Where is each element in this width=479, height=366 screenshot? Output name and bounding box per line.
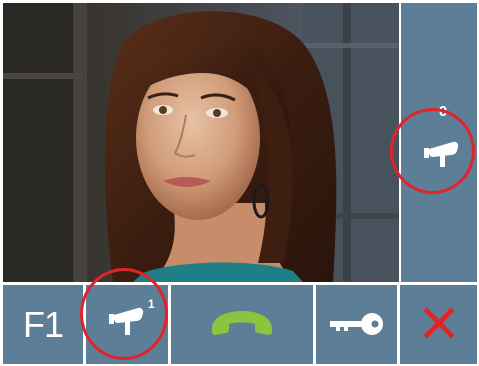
camera-count-label: 0 xyxy=(438,103,448,120)
f1-button[interactable]: F1 xyxy=(3,285,83,364)
hangup-button[interactable] xyxy=(171,285,313,364)
camera-switch-button[interactable]: 0 xyxy=(411,103,475,183)
close-button[interactable] xyxy=(400,285,477,364)
key-icon xyxy=(330,313,383,335)
camera-button[interactable]: 1 xyxy=(80,268,168,364)
security-camera-icon xyxy=(424,141,459,167)
f1-label: F1 xyxy=(22,304,64,345)
close-icon xyxy=(424,308,454,338)
door-open-button[interactable] xyxy=(316,285,397,364)
camera-video-feed xyxy=(3,3,399,282)
video-image xyxy=(3,3,399,282)
security-camera-icon xyxy=(109,307,144,335)
phone-hangup-icon xyxy=(212,311,272,335)
intercom-monitor-screen: 0 F1 1 xyxy=(0,0,479,366)
side-panel: 0 xyxy=(390,3,477,282)
camera-number-label: 1 xyxy=(148,297,155,311)
bottom-toolbar: F1 1 xyxy=(3,268,477,364)
